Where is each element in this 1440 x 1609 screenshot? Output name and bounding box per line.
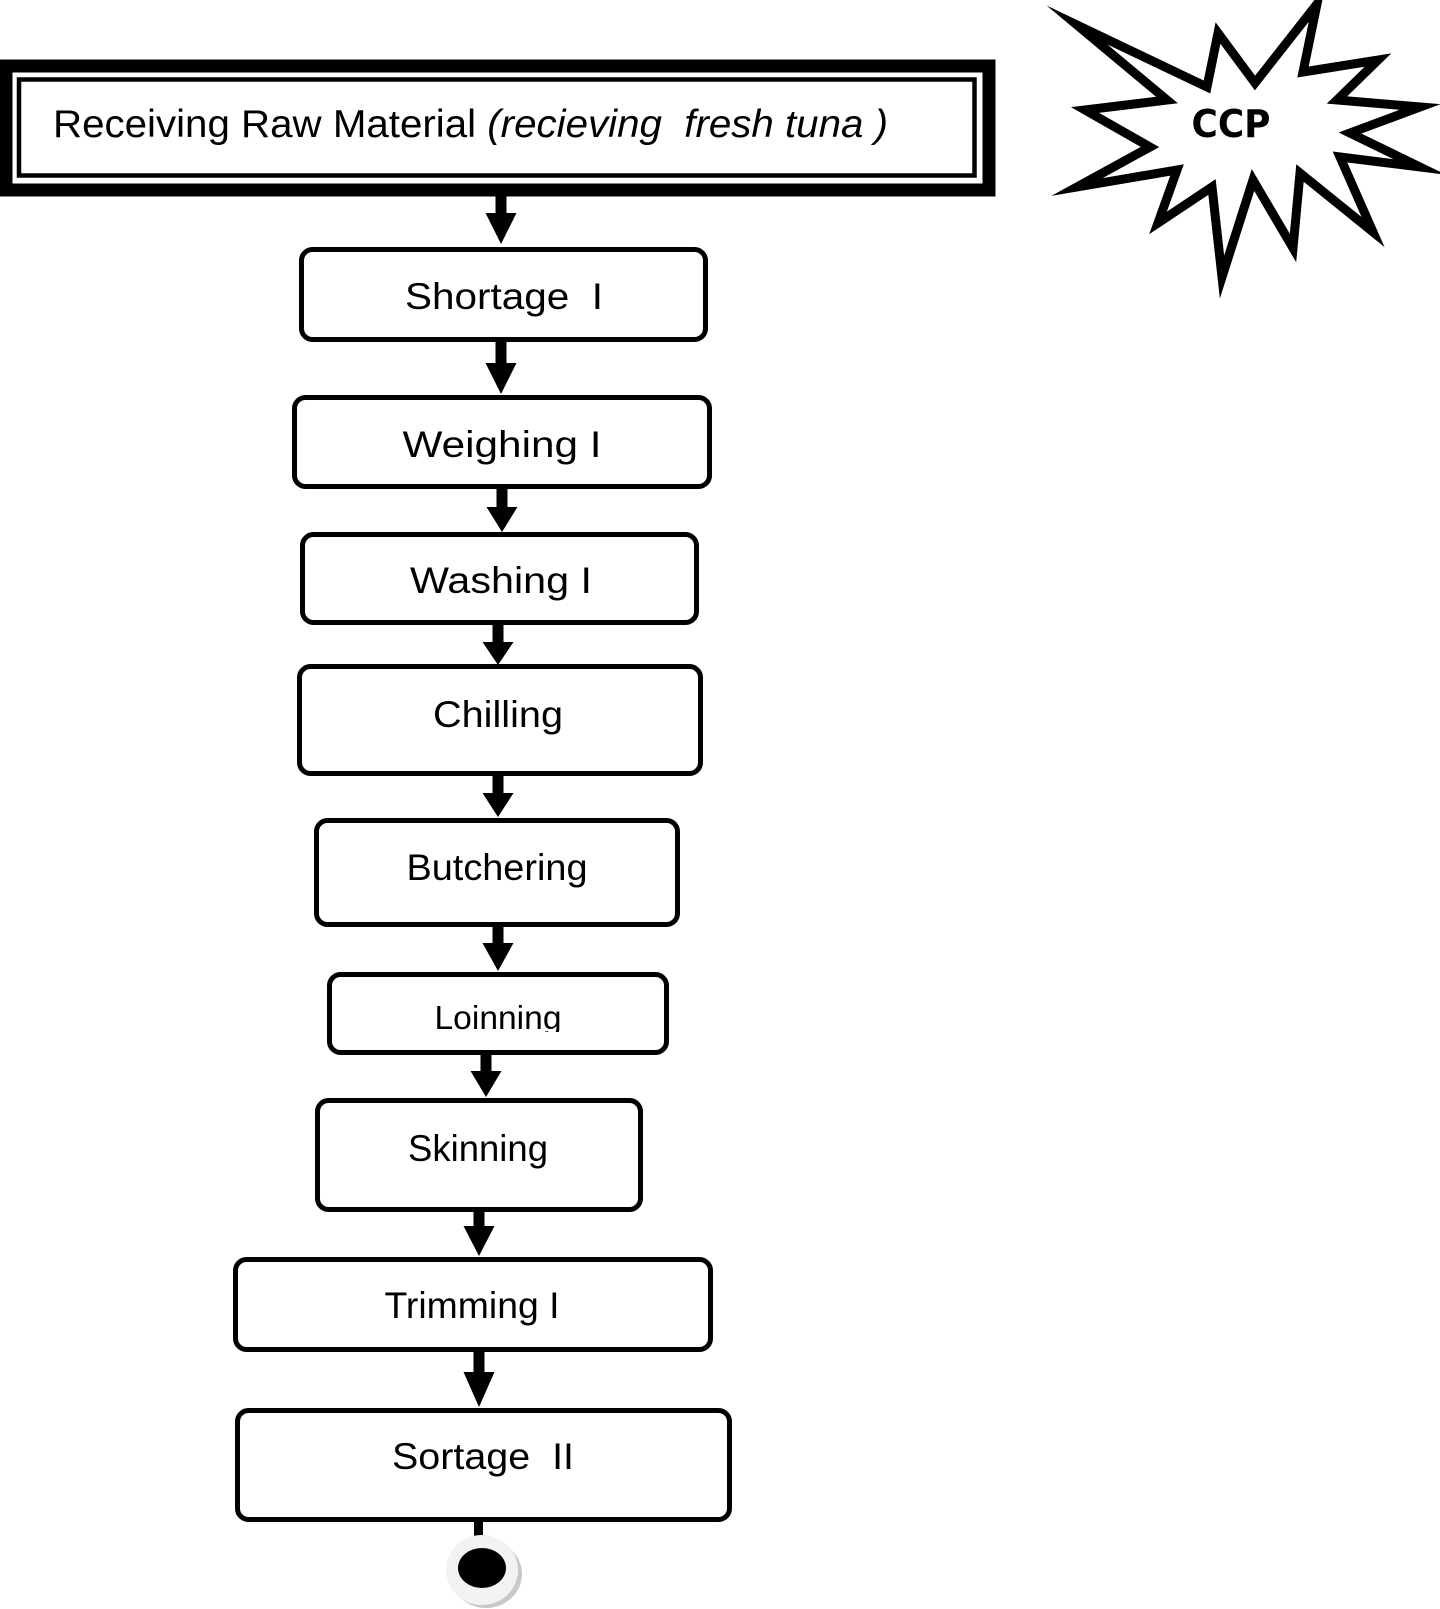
arrow-down-icon [486,489,518,532]
arrow-down-icon [463,1212,495,1256]
process-step: Sortage II [235,1408,732,1522]
process-step-label: Shortage I [405,276,603,317]
arrow-down-icon [485,196,517,244]
start-box-label: Receiving Raw Material [53,103,476,146]
ccp-label: CCP [1192,102,1271,146]
flow-arrows [463,196,518,1407]
process-step: Washing I [300,532,699,625]
arrow-down-icon [463,1352,495,1407]
flowchart-canvas: Receiving Raw Material (recieving fresh … [0,0,1440,1608]
arrow-down-icon [482,776,514,817]
arrow-down-icon [482,927,514,971]
process-step-label: Sortage II [392,1436,574,1477]
process-step: Loinning [327,972,669,1055]
process-step: Butchering [314,818,680,927]
process-step: Weighing I [292,395,712,489]
end-node [446,1520,522,1608]
process-step-label: Chilling [433,694,563,735]
process-steps: Shortage I Weighing I Washing I Chilling But… [233,247,732,1522]
end-node-dot-icon [458,1548,506,1588]
start-box-note: (recieving fresh tuna ) [487,103,888,146]
process-step: Shortage I [299,247,708,342]
process-step: Trimming I [233,1257,713,1352]
process-step-label: Trimming I [385,1285,560,1326]
process-step-label: Loinning [435,999,562,1036]
start-box-text: Receiving Raw Material (recieving fresh … [53,103,888,146]
process-step: Skinning [315,1098,643,1212]
arrow-down-icon [485,342,517,394]
process-step: Chilling [297,664,703,776]
start-box: Receiving Raw Material (recieving fresh … [0,59,996,197]
process-step-label: Butchering [407,847,588,888]
arrow-down-icon [470,1055,502,1097]
ccp-badge: CCP [1046,0,1440,299]
arrow-down-icon [482,625,514,665]
process-step-label: Skinning [408,1128,548,1169]
process-step-label: Washing I [410,560,592,601]
process-step-label: Weighing I [403,424,602,465]
